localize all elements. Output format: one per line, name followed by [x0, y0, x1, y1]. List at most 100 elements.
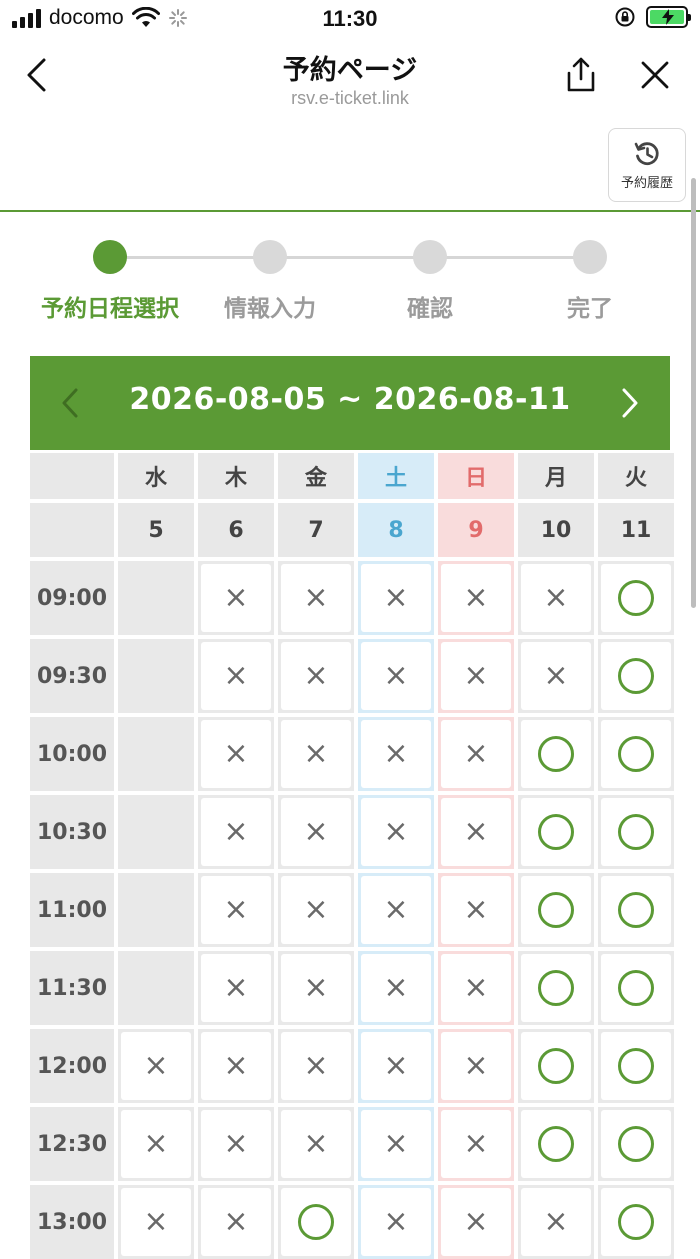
slot-box: ×	[121, 1110, 191, 1178]
slot-available[interactable]	[598, 639, 674, 713]
slot-box: ×	[441, 876, 511, 944]
slot-box[interactable]	[601, 954, 671, 1022]
share-icon	[567, 57, 595, 92]
slot-box: ×	[201, 954, 271, 1022]
slot-full: ×	[358, 1107, 434, 1181]
slot-full: ×	[198, 873, 274, 947]
unavailable-x-icon: ×	[223, 1126, 249, 1161]
slot-box: ×	[361, 1032, 431, 1100]
slot-full: ×	[438, 795, 514, 869]
time-label: 10:30	[30, 795, 114, 869]
slot-available[interactable]	[518, 795, 594, 869]
available-circle-icon	[538, 1126, 574, 1162]
slot-box[interactable]	[601, 1032, 671, 1100]
slot-box[interactable]	[601, 876, 671, 944]
unavailable-x-icon: ×	[463, 892, 489, 927]
reservation-history-button[interactable]: 予約履歴	[608, 128, 686, 202]
slot-box[interactable]	[281, 1188, 351, 1256]
slot-available[interactable]	[518, 1107, 594, 1181]
slot-box[interactable]	[601, 798, 671, 866]
available-circle-icon	[298, 1204, 334, 1240]
slot-full: ×	[278, 795, 354, 869]
unavailable-x-icon: ×	[223, 658, 249, 693]
chevron-right-icon	[622, 388, 638, 418]
unavailable-x-icon: ×	[463, 1126, 489, 1161]
slot-box[interactable]	[601, 1188, 671, 1256]
slot-box[interactable]	[521, 1032, 591, 1100]
unavailable-x-icon: ×	[223, 736, 249, 771]
available-circle-icon	[618, 1126, 654, 1162]
slot-available[interactable]	[518, 1029, 594, 1103]
slot-full: ×	[278, 873, 354, 947]
slot-box[interactable]	[521, 720, 591, 788]
unavailable-x-icon: ×	[303, 892, 329, 927]
slot-available[interactable]	[518, 717, 594, 791]
time-row: 10:00 × × × ×	[30, 717, 674, 791]
slot-box: ×	[201, 564, 271, 632]
slot-full: ×	[278, 639, 354, 713]
slot-box: ×	[521, 642, 591, 710]
slot-box[interactable]	[521, 1110, 591, 1178]
weekday-cell: 月	[518, 453, 594, 499]
weekday-cell: 火	[598, 453, 674, 499]
slot-box[interactable]	[601, 642, 671, 710]
slot-box[interactable]	[521, 798, 591, 866]
unavailable-x-icon: ×	[383, 658, 409, 693]
available-circle-icon	[538, 970, 574, 1006]
slot-available[interactable]	[598, 1185, 674, 1259]
time-label: 10:00	[30, 717, 114, 791]
time-row: 12:00 × × × × ×	[30, 1029, 674, 1103]
slot-full: ×	[438, 1107, 514, 1181]
unavailable-x-icon: ×	[383, 736, 409, 771]
scrollbar[interactable]	[691, 178, 696, 608]
slot-box[interactable]	[521, 954, 591, 1022]
unavailable-x-icon: ×	[463, 814, 489, 849]
slot-available[interactable]	[598, 1107, 674, 1181]
time-row: 09:30 × × × × ×	[30, 639, 674, 713]
slot-available[interactable]	[518, 873, 594, 947]
slot-full: ×	[198, 1107, 274, 1181]
slot-unavailable	[118, 951, 194, 1025]
slot-full: ×	[358, 561, 434, 635]
slot-box[interactable]	[601, 1110, 671, 1178]
unavailable-x-icon: ×	[543, 1204, 569, 1239]
close-button[interactable]	[630, 50, 680, 100]
unavailable-x-icon: ×	[383, 892, 409, 927]
slot-box: ×	[441, 720, 511, 788]
time-label: 12:00	[30, 1029, 114, 1103]
slot-box[interactable]	[601, 720, 671, 788]
slot-available[interactable]	[598, 873, 674, 947]
slot-box[interactable]	[521, 876, 591, 944]
slot-available[interactable]	[598, 951, 674, 1025]
slot-unavailable	[118, 561, 194, 635]
available-circle-icon	[618, 736, 654, 772]
slot-full: ×	[438, 561, 514, 635]
slot-unavailable	[118, 639, 194, 713]
slot-full: ×	[358, 951, 434, 1025]
unavailable-x-icon: ×	[463, 658, 489, 693]
available-circle-icon	[618, 1048, 654, 1084]
available-circle-icon	[618, 970, 654, 1006]
time-label: 12:30	[30, 1107, 114, 1181]
slot-available[interactable]	[598, 1029, 674, 1103]
slot-available[interactable]	[598, 717, 674, 791]
unavailable-x-icon: ×	[383, 1126, 409, 1161]
slot-box: ×	[361, 720, 431, 788]
slot-box: ×	[361, 954, 431, 1022]
slot-full: ×	[198, 1029, 274, 1103]
unavailable-x-icon: ×	[303, 970, 329, 1005]
slot-full: ×	[198, 639, 274, 713]
share-button[interactable]	[556, 50, 606, 100]
slot-available[interactable]	[598, 561, 674, 635]
time-row: 10:30 × × × ×	[30, 795, 674, 869]
time-label: 13:00	[30, 1185, 114, 1259]
available-circle-icon	[618, 580, 654, 616]
slot-available[interactable]	[598, 795, 674, 869]
slot-box: ×	[441, 1188, 511, 1256]
slot-available[interactable]	[518, 951, 594, 1025]
slot-box[interactable]	[601, 564, 671, 632]
next-week-button[interactable]	[606, 378, 654, 428]
slot-box: ×	[201, 1032, 271, 1100]
unavailable-x-icon: ×	[383, 970, 409, 1005]
slot-available[interactable]	[278, 1185, 354, 1259]
